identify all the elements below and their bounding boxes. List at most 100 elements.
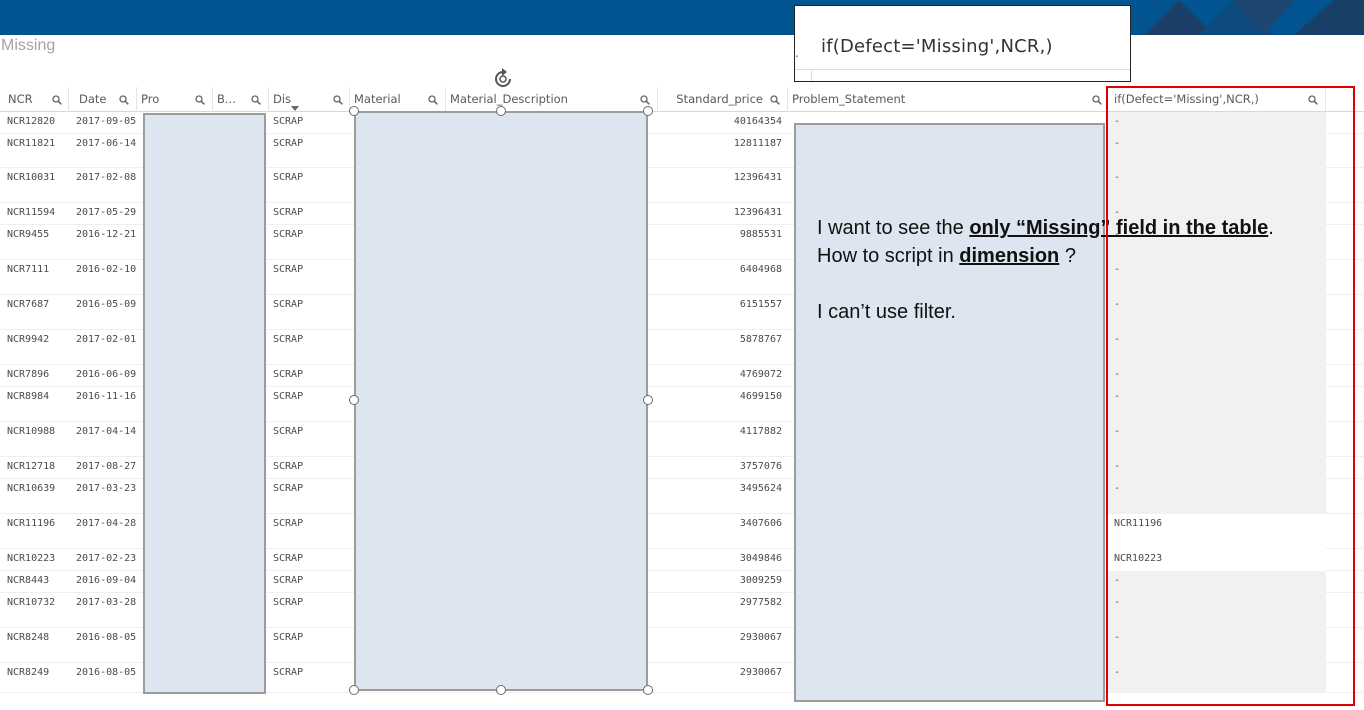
search-icon[interactable]: [770, 95, 780, 105]
search-icon[interactable]: [428, 95, 438, 105]
column-header-date[interactable]: Date: [69, 87, 137, 112]
resize-handle[interactable]: [643, 106, 653, 116]
column-label: Dis: [273, 92, 292, 106]
cell-dis: SCRAP: [273, 518, 304, 529]
search-icon[interactable]: [1092, 95, 1102, 105]
resize-handle[interactable]: [349, 106, 359, 116]
resize-handle[interactable]: [496, 106, 506, 116]
cell-dis: SCRAP: [273, 207, 304, 218]
text: How to script in: [817, 245, 960, 267]
cell-ncr: NCR9942: [7, 334, 50, 345]
resize-handle[interactable]: [496, 685, 506, 695]
cell-dis: SCRAP: [273, 553, 304, 564]
search-icon[interactable]: [52, 95, 62, 105]
cell-dis: SCRAP: [273, 116, 304, 127]
search-icon[interactable]: [195, 95, 205, 105]
cell-ncr: NCR10732: [7, 597, 56, 608]
cell-date: 2017-02-01: [76, 334, 137, 345]
callout-marker: .: [795, 46, 799, 60]
annotation-note-box: [794, 123, 1105, 702]
column-header-dis[interactable]: Dis: [269, 87, 350, 112]
decorative-pattern: [1144, 0, 1364, 35]
cell-date: 2016-11-16: [76, 391, 137, 402]
cell-standard-price: 40164354: [733, 116, 782, 127]
column-header-material[interactable]: Material: [350, 87, 446, 112]
search-icon[interactable]: [251, 95, 261, 105]
cell-ncr: NCR10223: [7, 553, 56, 564]
sort-down-icon: [291, 106, 299, 111]
cell-dis: SCRAP: [273, 667, 304, 678]
divider: [811, 69, 812, 81]
cell-standard-price: 12811187: [733, 138, 782, 149]
search-icon[interactable]: [640, 95, 650, 105]
cell-dis: SCRAP: [273, 632, 304, 643]
cell-standard-price: 6151557: [739, 299, 782, 310]
redaction-box: [143, 113, 266, 694]
cell-standard-price: 3009259: [739, 575, 782, 586]
cell-ncr: NCR12820: [7, 116, 56, 127]
search-icon[interactable]: [333, 95, 343, 105]
cell-date: 2017-02-08: [76, 172, 137, 183]
cell-standard-price: 9885531: [739, 229, 782, 240]
cell-dis: SCRAP: [273, 369, 304, 380]
cell-date: 2017-09-05: [76, 116, 137, 127]
cell-ncr: NCR8443: [7, 575, 50, 586]
cell-dis: SCRAP: [273, 299, 304, 310]
cell-standard-price: 5878767: [739, 334, 782, 345]
column-header-problem-statement[interactable]: Problem_Statement: [788, 87, 1108, 112]
cell-date: 2017-08-27: [76, 461, 137, 472]
cell-ncr: NCR10988: [7, 426, 56, 437]
cell-date: 2016-09-04: [76, 575, 137, 586]
cell-standard-price: 12396431: [733, 207, 782, 218]
cell-ncr: NCR8984: [7, 391, 50, 402]
text: I want to see the: [817, 217, 970, 239]
divider: [795, 69, 1130, 70]
column-header-pro[interactable]: Pro: [137, 87, 213, 112]
column-label: Material: [354, 92, 401, 106]
cell-date: 2016-08-05: [76, 667, 137, 678]
cell-standard-price: 4699150: [739, 391, 782, 402]
cell-date: 2017-04-28: [76, 518, 137, 529]
cell-dis: SCRAP: [273, 391, 304, 402]
text: ?: [1059, 245, 1076, 267]
cell-date: 2017-05-29: [76, 207, 137, 218]
cell-standard-price: 3049846: [739, 553, 782, 564]
column-header-material-description[interactable]: Material_Description: [446, 87, 658, 112]
column-header-b[interactable]: B...: [213, 87, 269, 112]
cell-date: 2016-12-21: [76, 229, 137, 240]
column-header-standard-price[interactable]: Standard_price: [658, 87, 788, 112]
selected-redaction-box[interactable]: [354, 111, 648, 691]
resize-handle[interactable]: [349, 685, 359, 695]
cell-date: 2017-02-23: [76, 553, 137, 564]
resize-handle[interactable]: [643, 395, 653, 405]
cell-ncr: NCR10031: [7, 172, 56, 183]
cell-date: 2016-05-09: [76, 299, 137, 310]
expression-callout: . if(Defect='Missing',NCR,): [794, 5, 1131, 82]
cell-standard-price: 2930067: [739, 632, 782, 643]
cell-ncr: NCR8249: [7, 667, 50, 678]
cell-ncr: NCR11196: [7, 518, 56, 529]
sheet-title: Missing: [1, 37, 56, 54]
cell-dis: SCRAP: [273, 461, 304, 472]
cell-ncr: NCR7896: [7, 369, 50, 380]
column-label: Date: [79, 92, 107, 106]
resize-handle[interactable]: [349, 395, 359, 405]
cell-dis: SCRAP: [273, 264, 304, 275]
search-icon[interactable]: [119, 95, 129, 105]
cell-ncr: NCR10639: [7, 483, 56, 494]
cell-date: 2017-04-14: [76, 426, 137, 437]
column-header-ncr[interactable]: NCR: [0, 87, 69, 112]
column-label: Standard_price: [676, 92, 763, 106]
column-label: Pro: [141, 92, 160, 106]
cell-ncr: NCR9455: [7, 229, 50, 240]
cell-date: 2017-03-28: [76, 597, 137, 608]
cell-dis: SCRAP: [273, 483, 304, 494]
cell-ncr: NCR11594: [7, 207, 56, 218]
cell-dis: SCRAP: [273, 334, 304, 345]
cell-standard-price: 3757076: [739, 461, 782, 472]
rotate-handle-icon[interactable]: [490, 66, 516, 92]
resize-handle[interactable]: [643, 685, 653, 695]
cell-standard-price: 6404968: [739, 264, 782, 275]
cell-dis: SCRAP: [273, 172, 304, 183]
cell-standard-price: 3495624: [739, 483, 782, 494]
